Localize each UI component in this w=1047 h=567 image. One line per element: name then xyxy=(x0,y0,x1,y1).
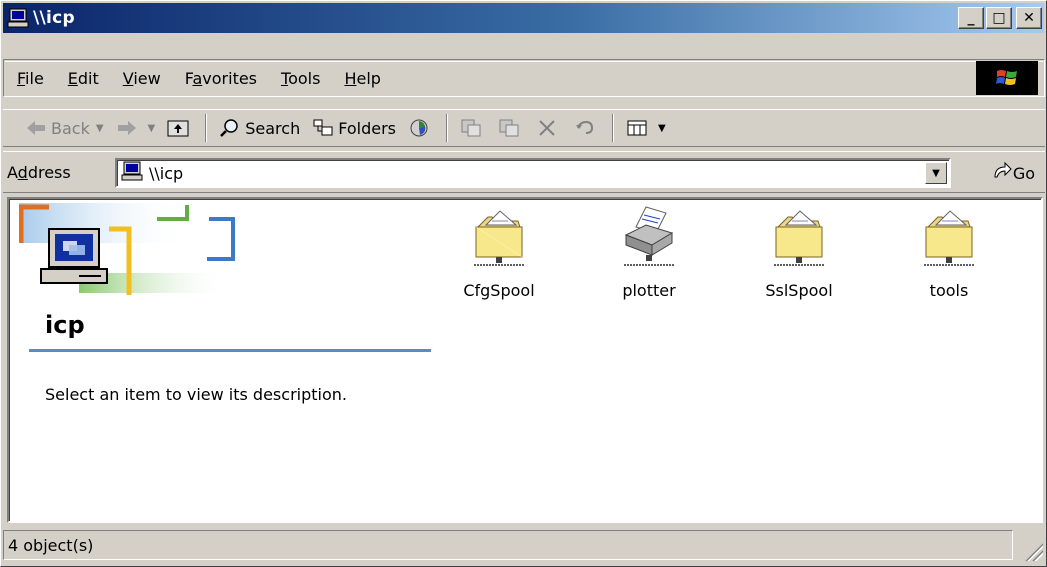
windows-logo-icon xyxy=(976,61,1038,95)
item-label: tools xyxy=(929,281,969,300)
delete-button[interactable] xyxy=(530,113,568,143)
history-button[interactable] xyxy=(402,113,440,143)
items-view: CfgSpool plotter SslSpool tools xyxy=(439,205,1039,315)
minimize-button[interactable]: _ xyxy=(958,7,984,29)
description-text: Select an item to view its description. xyxy=(45,385,347,404)
maximize-icon: □ xyxy=(992,10,1006,26)
item-label: CfgSpool xyxy=(463,281,535,300)
close-button[interactable]: ✕ xyxy=(1016,7,1042,29)
close-icon: ✕ xyxy=(1023,10,1035,26)
status-bar: 4 object(s) xyxy=(3,527,1045,563)
shared-folder-icon xyxy=(772,205,826,271)
maximize-button[interactable]: □ xyxy=(986,7,1012,29)
menu-file[interactable]: File xyxy=(5,69,56,88)
toolbar-separator xyxy=(446,114,448,142)
menu-bar: File Edit View Favorites Tools Help xyxy=(5,61,1043,95)
go-arrow-icon xyxy=(991,161,1013,185)
menu-tools[interactable]: Tools xyxy=(269,69,332,88)
item-plotter[interactable]: plotter xyxy=(589,205,709,300)
item-sslspool[interactable]: SslSpool xyxy=(739,205,859,300)
move-to-icon xyxy=(460,118,482,138)
computer-icon xyxy=(7,8,29,28)
forward-button[interactable]: ▼ xyxy=(110,113,162,143)
views-dropdown-icon[interactable]: ▼ xyxy=(658,123,666,134)
up-folder-icon xyxy=(167,118,189,138)
address-input[interactable]: \\icp ▼ xyxy=(115,158,951,188)
shared-folder-icon xyxy=(472,205,526,271)
computer-icon xyxy=(121,161,143,185)
address-label: Address xyxy=(7,162,71,182)
folders-button[interactable]: Folders xyxy=(306,113,402,143)
shared-folder-icon xyxy=(922,205,976,271)
back-button[interactable]: Back ▼ xyxy=(19,113,110,143)
address-dropdown-button[interactable]: ▼ xyxy=(925,162,947,184)
back-dropdown-icon[interactable]: ▼ xyxy=(96,123,104,134)
toolbar-separator xyxy=(205,114,208,142)
menu-view[interactable]: View xyxy=(111,69,173,88)
status-text: 4 object(s) xyxy=(8,535,94,555)
menu-edit[interactable]: Edit xyxy=(56,69,111,88)
menu-favorites[interactable]: Favorites xyxy=(173,69,269,88)
status-panel: 4 object(s) xyxy=(3,530,1013,560)
views-button[interactable]: ▼ xyxy=(620,113,672,143)
copy-to-icon xyxy=(498,118,520,138)
network-computer-icon xyxy=(18,203,259,307)
views-icon xyxy=(626,118,648,138)
webview-info-panel: icp Select an item to view its descripti… xyxy=(18,199,431,519)
undo-button[interactable] xyxy=(568,113,606,143)
back-arrow-icon xyxy=(25,118,47,138)
toolbar-separator xyxy=(612,114,614,142)
forward-dropdown-icon[interactable]: ▼ xyxy=(148,123,156,134)
address-value: \\icp xyxy=(149,163,184,183)
history-icon xyxy=(408,118,430,138)
window-title: \\icp xyxy=(33,8,75,28)
item-tools[interactable]: tools xyxy=(889,205,1009,300)
folder-title: icp xyxy=(45,311,85,339)
forward-arrow-icon xyxy=(116,118,138,138)
undo-icon xyxy=(574,118,596,138)
search-icon xyxy=(219,118,241,138)
minimize-icon: _ xyxy=(967,10,975,26)
item-cfgspool[interactable]: CfgSpool xyxy=(439,205,559,300)
item-label: plotter xyxy=(622,281,676,300)
standard-toolbar: Back ▼ ▼ Search Folders ▼ xyxy=(3,109,1045,147)
chevron-down-icon: ▼ xyxy=(932,167,940,179)
delete-icon xyxy=(536,118,558,138)
up-button[interactable] xyxy=(161,113,199,143)
folders-icon xyxy=(312,118,334,138)
shared-printer-icon xyxy=(622,205,676,271)
explorer-window: \\icp _ □ ✕ File Edit View Favorites Too… xyxy=(0,0,1047,567)
title-divider xyxy=(29,349,431,352)
go-button[interactable]: Go xyxy=(991,160,1035,186)
copy-to-button[interactable] xyxy=(492,113,530,143)
menu-help[interactable]: Help xyxy=(332,69,392,88)
item-label: SslSpool xyxy=(765,281,833,300)
address-bar: Address \\icp ▼ Go xyxy=(3,151,1045,193)
title-bar[interactable]: \\icp _ □ ✕ xyxy=(3,3,1044,33)
window-controls: _ □ ✕ xyxy=(958,7,1042,29)
folder-view[interactable]: icp Select an item to view its descripti… xyxy=(7,197,1043,523)
search-button[interactable]: Search xyxy=(213,113,306,143)
move-to-button[interactable] xyxy=(454,113,492,143)
resize-grip-icon[interactable] xyxy=(1025,543,1043,561)
